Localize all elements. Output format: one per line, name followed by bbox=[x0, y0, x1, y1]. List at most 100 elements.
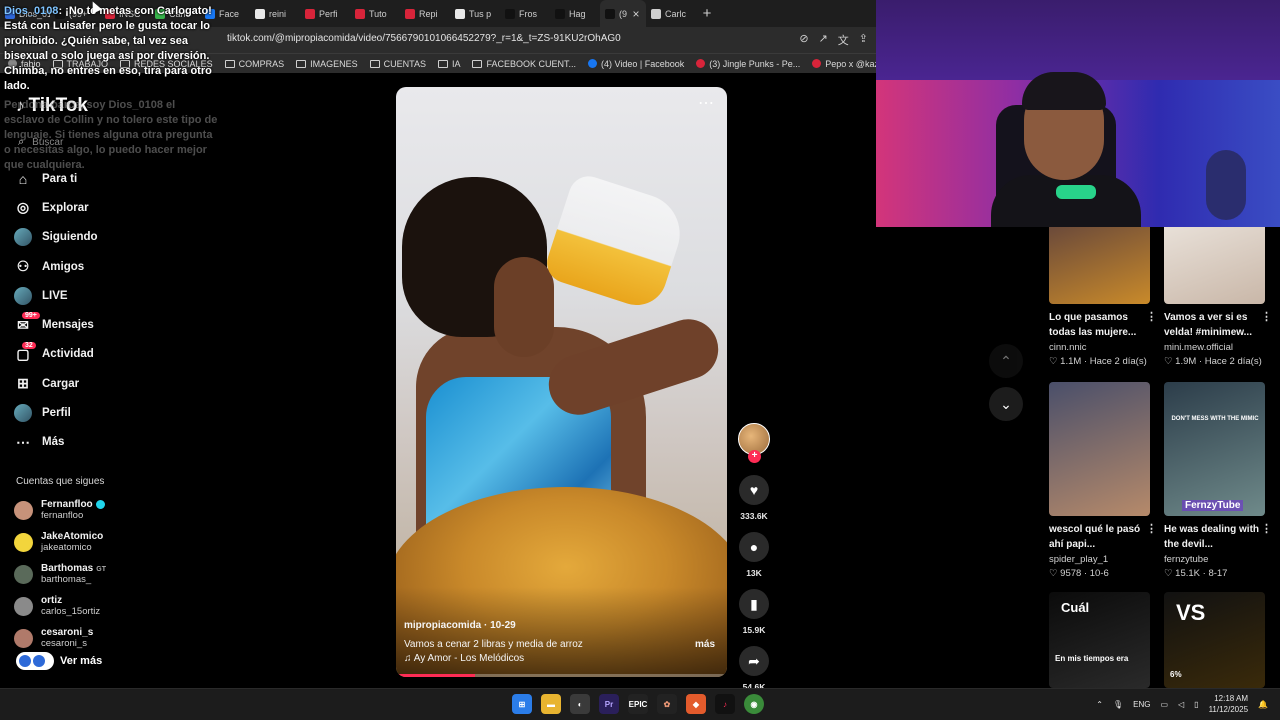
following-account[interactable]: Barthomas GT barthomas_ bbox=[14, 558, 106, 590]
video-card-title[interactable]: Lo que pasamos todas las mujere... bbox=[1049, 312, 1136, 338]
video-author[interactable]: mipropiacomida · 10-29 bbox=[404, 620, 516, 631]
bookmark-label: FACEBOOK CUENT... bbox=[486, 58, 576, 69]
clock[interactable]: 12:18 AM 11/12/2025 bbox=[1209, 693, 1248, 715]
tab-close-icon[interactable]: × bbox=[631, 7, 641, 21]
windows-start-icon[interactable]: ⊞ bbox=[512, 694, 532, 714]
save-button[interactable]: ▮ bbox=[739, 589, 769, 619]
video-music[interactable]: ♫ Ay Amor - Los Melódicos bbox=[404, 653, 524, 664]
browser-tab[interactable]: Perfi bbox=[300, 0, 350, 27]
card-options-icon[interactable]: ⋮ bbox=[1261, 522, 1272, 537]
epic-games-icon[interactable]: EPIC bbox=[628, 694, 648, 714]
bookmark-item[interactable]: COMPRAS bbox=[224, 59, 284, 69]
language-indicator[interactable]: ENG bbox=[1133, 700, 1150, 709]
caption-more-link[interactable]: más bbox=[695, 639, 715, 650]
video-card-user[interactable]: spider_play_1 bbox=[1049, 554, 1150, 565]
video-card-title[interactable]: He was dealing with the devil... bbox=[1164, 524, 1259, 550]
sidebar-item-mensajes[interactable]: ✉ Mensajes 99+ bbox=[14, 310, 98, 339]
sidebar-item-actividad[interactable]: ▢ Actividad 32 bbox=[14, 340, 98, 369]
comment-button[interactable]: ● bbox=[739, 532, 769, 562]
browser-tab[interactable]: Carlc bbox=[646, 0, 696, 27]
bookmark-item[interactable]: (4) Video | Facebook bbox=[588, 59, 684, 69]
video-card[interactable]: DON'T MESS WITH THE MIMIC FernzyTube He wa… bbox=[1164, 382, 1272, 579]
bookmark-item[interactable]: IMAGENES bbox=[296, 59, 358, 69]
following-account[interactable]: cesaroni_s cesaroni_s bbox=[14, 622, 106, 654]
brave-icon[interactable]: ◆ bbox=[686, 694, 706, 714]
video-card[interactable]: wescol qué le pasó ahí papi... ⋮ spider_pl… bbox=[1049, 382, 1157, 579]
following-account[interactable]: JakeAtomico jakeatomico bbox=[14, 526, 106, 558]
browser-tab[interactable]: (9 × bbox=[600, 0, 646, 27]
like-button[interactable]: ♥ bbox=[739, 475, 769, 505]
sidebar-item-perfil[interactable]: Perfil bbox=[14, 398, 98, 427]
system-tray: ⌃ 🎙 ENG ▭ ◁ ▯ 12:18 AM 11/12/2025 🔔 bbox=[1096, 693, 1268, 715]
creator-avatar[interactable]: + bbox=[738, 423, 770, 463]
open-external-icon[interactable]: ↗ bbox=[819, 32, 828, 48]
sidebar-item-explorar[interactable]: ◎ Explorar bbox=[14, 193, 98, 222]
file-explorer-icon[interactable]: ▬ bbox=[541, 694, 561, 714]
video-card-user[interactable]: mini.mew.official bbox=[1164, 342, 1265, 353]
following-account[interactable]: ortiz carlos_15ortiz bbox=[14, 590, 106, 622]
video-card-user[interactable]: cinn.nnic bbox=[1049, 342, 1150, 353]
video-card-title[interactable]: Vamos a ver si es velda! #minimew... bbox=[1164, 312, 1252, 338]
browser-tab[interactable]: Tus p bbox=[450, 0, 500, 27]
video-thumbnail[interactable] bbox=[1049, 382, 1150, 516]
sidebar-item-cargar[interactable]: ⊞ Cargar bbox=[14, 369, 98, 398]
davinci-icon[interactable]: ✿ bbox=[657, 694, 677, 714]
translate-icon[interactable]: 文 bbox=[838, 32, 849, 48]
sidebar-item-más[interactable]: ⋯ Más bbox=[14, 428, 98, 457]
obs-icon[interactable]: ◐ bbox=[570, 694, 590, 714]
new-tab-button[interactable]: + bbox=[696, 5, 718, 22]
video-progress-bar[interactable] bbox=[396, 674, 476, 677]
heart-outline-icon: ♡ bbox=[1049, 568, 1061, 579]
tiktok-app-icon[interactable]: ♪ bbox=[715, 694, 735, 714]
network-icon[interactable]: ▭ bbox=[1160, 700, 1168, 709]
url-text[interactable]: tiktok.com/@mipropiacomida/video/7566790… bbox=[227, 33, 621, 44]
video-card[interactable]: VS 6% bbox=[1164, 592, 1265, 688]
following-account[interactable]: Fernanfloo fernanfloo bbox=[14, 494, 106, 526]
share-icon[interactable]: ⇪ bbox=[859, 32, 868, 48]
browser-tab[interactable]: Repi bbox=[400, 0, 450, 27]
bookmark-item[interactable]: CUENTAS bbox=[369, 59, 426, 69]
video-card-title[interactable]: wescol qué le pasó ahí papi... bbox=[1049, 524, 1140, 550]
video-card[interactable]: Lo que pasamos todas las mujere... ⋮ cinn.… bbox=[1049, 227, 1157, 367]
browser-tab[interactable]: Fros bbox=[500, 0, 550, 27]
see-more-button[interactable]: Ver más bbox=[16, 652, 102, 670]
folder-icon bbox=[224, 59, 235, 68]
next-video-button[interactable]: ⌄ bbox=[989, 387, 1023, 421]
reader-mode-icon[interactable]: ⊘ bbox=[799, 32, 808, 48]
video-card[interactable]: Vamos a ver si es velda! #minimew... ⋮ min… bbox=[1164, 227, 1272, 367]
video-more-options-icon[interactable]: ⋯ bbox=[698, 93, 715, 113]
chevron-up-icon[interactable]: ⌃ bbox=[1096, 700, 1103, 709]
video-thumbnail[interactable] bbox=[1164, 227, 1265, 304]
follow-plus-icon[interactable]: + bbox=[748, 450, 761, 463]
battery-icon[interactable]: ▯ bbox=[1194, 700, 1198, 709]
sidebar-item-live[interactable]: LIVE bbox=[14, 281, 98, 310]
microphone-icon[interactable]: 🎙 bbox=[1113, 700, 1123, 709]
sidebar-item-siguiendo[interactable]: Siguiendo bbox=[14, 223, 98, 252]
browser-tab[interactable]: Tuto bbox=[350, 0, 400, 27]
share-button[interactable]: ➦ bbox=[739, 646, 769, 676]
video-thumbnail[interactable]: VS 6% bbox=[1164, 592, 1265, 688]
volume-icon[interactable]: ◁ bbox=[1178, 700, 1184, 709]
video-player[interactable]: ⋯ mipropiacomida · 10-29 Vamos a cenar 2… bbox=[396, 87, 727, 677]
video-card-date: Hace 2 día(s) bbox=[1089, 356, 1147, 367]
browser-tab[interactable]: Hag bbox=[550, 0, 600, 27]
video-thumbnail[interactable] bbox=[1049, 227, 1150, 304]
video-card[interactable]: Cuál En mis tiempos era bbox=[1049, 592, 1150, 688]
video-thumbnail[interactable]: DON'T MESS WITH THE MIMIC FernzyTube bbox=[1164, 382, 1265, 516]
bookmark-item[interactable]: IA bbox=[437, 59, 460, 69]
previous-video-button[interactable]: ⌃ bbox=[989, 344, 1023, 378]
premiere-icon[interactable]: Pr bbox=[599, 694, 619, 714]
bookmark-item[interactable]: (3) Jingle Punks - Pe... bbox=[696, 59, 800, 69]
browser-tab[interactable]: reini bbox=[250, 0, 300, 27]
notification-bell-icon[interactable]: 🔔 bbox=[1258, 700, 1268, 709]
chrome-icon[interactable]: ◉ bbox=[744, 694, 764, 714]
video-thumbnail[interactable]: Cuál En mis tiempos era bbox=[1049, 592, 1150, 688]
bookmark-label: (4) Video | Facebook bbox=[601, 58, 685, 69]
video-card-user[interactable]: fernzytube bbox=[1164, 554, 1265, 565]
bookmark-item[interactable]: FACEBOOK CUENT... bbox=[472, 59, 576, 69]
sidebar-item-amigos[interactable]: ⚇ Amigos bbox=[14, 252, 98, 281]
card-options-icon[interactable]: ⋮ bbox=[1146, 310, 1157, 325]
card-options-icon[interactable]: ⋮ bbox=[1146, 522, 1157, 537]
live-avatar bbox=[14, 286, 32, 305]
card-options-icon[interactable]: ⋮ bbox=[1261, 310, 1272, 325]
